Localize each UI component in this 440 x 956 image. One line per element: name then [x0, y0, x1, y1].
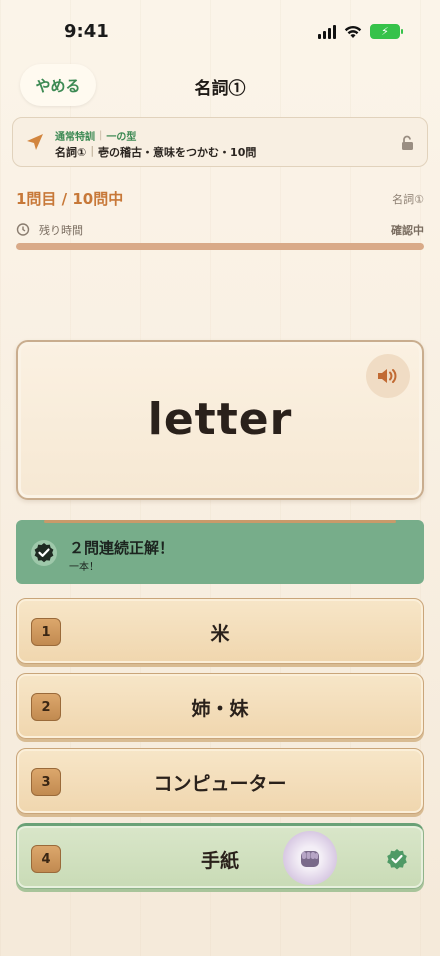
check-badge-icon	[31, 540, 57, 566]
correct-check-icon	[387, 849, 407, 870]
info-separator: |	[99, 130, 103, 141]
status-bar: 9:41 ⚡	[0, 0, 440, 60]
info-mode-line: 通常特訓 | 一の型	[55, 128, 136, 143]
streak-title: ２問連続正解！	[69, 539, 175, 557]
choice-button-2[interactable]: 2 姉・妹	[16, 673, 424, 739]
answer-status-label: 確認中	[391, 224, 424, 237]
remaining-time-label: 残り時間	[39, 224, 83, 237]
info-category: 名詞①	[55, 146, 87, 159]
cellular-signal-icon	[318, 24, 336, 39]
play-audio-button[interactable]	[366, 354, 410, 398]
choice-text: コンピューター	[153, 773, 287, 795]
choice-text: 手紙	[200, 850, 239, 872]
streak-subtitle: 一本！	[69, 562, 99, 573]
fist-icon	[283, 831, 337, 885]
time-progress-fill	[16, 243, 424, 250]
status-time: 9:41	[64, 21, 109, 42]
status-icons: ⚡	[318, 24, 403, 39]
question-counter: 1問目 / 10問中	[16, 190, 124, 208]
choice-button-4[interactable]: 4 手紙	[16, 823, 424, 889]
timer-icon	[16, 223, 30, 236]
page-title: 名詞①	[194, 79, 246, 99]
info-detail: 壱の稽古・意味をつかむ・10問	[98, 146, 257, 159]
info-mode: 通常特訓	[55, 132, 95, 143]
unlock-icon	[402, 135, 413, 150]
wifi-icon	[344, 25, 362, 38]
speaker-icon	[378, 369, 397, 383]
lesson-info-card: 通常特訓 | 一の型 名詞① | 壱の稽古・意味をつかむ・10問	[12, 117, 428, 167]
info-separator: |	[90, 144, 95, 157]
choice-text: 姉・妹	[191, 698, 249, 720]
question-word: letter	[147, 394, 293, 445]
info-form: 一の型	[106, 132, 137, 143]
question-word-card: letter	[16, 340, 424, 500]
choice-text: 米	[210, 623, 230, 645]
category-label: 名詞①	[392, 193, 424, 206]
battery-icon: ⚡	[370, 24, 403, 39]
choice-button-1[interactable]: 1 米	[16, 598, 424, 664]
info-detail-line: 名詞① | 壱の稽古・意味をつかむ・10問	[55, 144, 256, 160]
choice-button-3[interactable]: 3 コンピューター	[16, 748, 424, 814]
navigation-arrow-icon	[27, 134, 43, 150]
streak-banner: ２問連続正解！ 一本！	[16, 520, 424, 584]
time-progress-bar	[16, 243, 424, 250]
streak-accent-line	[44, 520, 396, 523]
